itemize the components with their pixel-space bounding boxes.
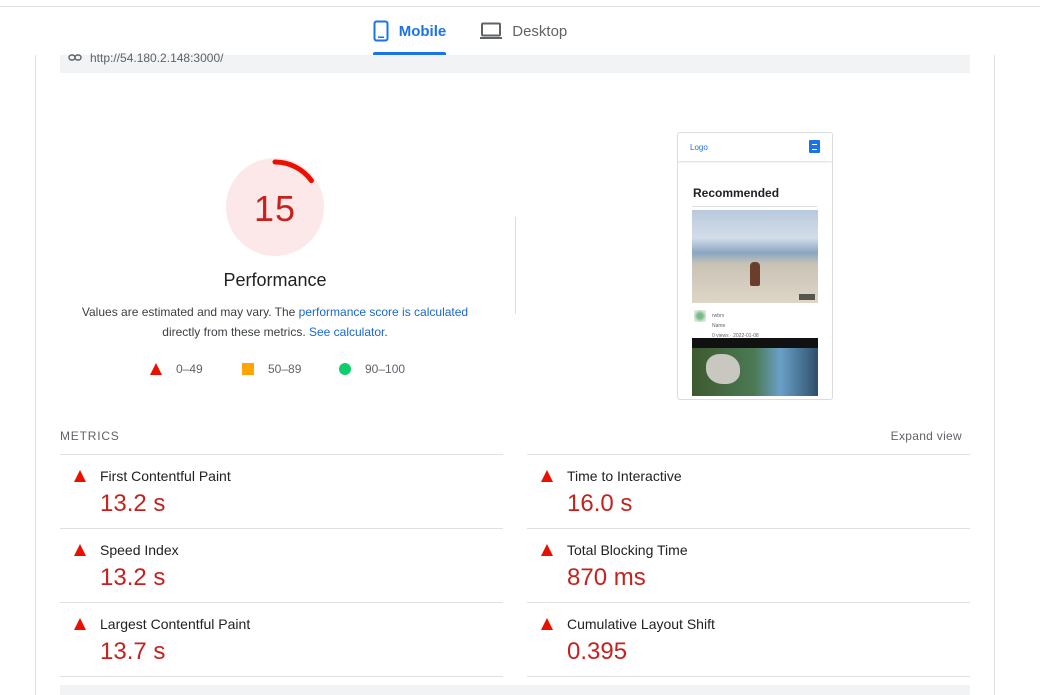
metric-name: First Contentful Paint [100,468,231,484]
video-meta: rwbrv Name 0 views · 2022-01-08 [712,311,759,341]
desc-text-3: . [384,325,388,339]
performance-title: Performance [223,270,327,290]
legend-pass-label: 90–100 [365,362,406,376]
tab-mobile[interactable]: Mobile [372,7,447,55]
desc-text-1: Values are estimated and may vary. The [81,305,299,319]
metric-value: 13.7 s [100,638,166,665]
tab-desktop-label: Desktop [512,22,568,40]
score-calculated-link[interactable]: performance score is calculated [299,305,468,319]
metric-speed-index: Speed Index 13.2 s [60,528,503,602]
channel-avatar [694,310,706,322]
metrics-section-label: METRICS [60,429,120,443]
url-bar: http://54.180.2.148:3000/ [60,51,970,73]
metric-name: Cumulative Layout Shift [567,616,715,632]
fail-triangle-icon [541,543,553,561]
next-section-bar [60,685,970,695]
beach-thumbnail [692,210,818,303]
triangle-icon [150,363,162,375]
metric-name: Largest Contentful Paint [100,616,251,632]
metric-value: 870 ms [567,564,646,591]
link-icon [68,52,82,66]
thumbnail-character [706,354,740,384]
metric-total-blocking-time: Total Blocking Time 870 ms [527,528,970,602]
duration-badge [799,294,815,300]
screenshot-header: Logo [678,133,832,161]
metric-value: 16.0 s [567,490,633,517]
legend-average-label: 50–89 [268,362,302,376]
performance-description: Values are estimated and may vary. The p… [70,302,480,342]
expand-view-button[interactable]: Expand view [891,429,962,443]
metrics-bottom-rule-right [527,676,970,677]
vertical-divider [515,217,516,314]
square-icon [242,363,254,375]
video-name: Name [712,323,726,329]
metric-value: 0.395 [567,638,628,665]
performance-score: 15 [253,188,297,229]
metric-name: Time to Interactive [567,468,682,484]
phone-icon [373,20,389,42]
screenshot-heading-rule [692,206,817,207]
circle-icon [339,363,351,375]
metric-value: 13.2 s [100,564,166,591]
see-calculator-link[interactable]: See calculator [309,325,384,339]
device-tabs: Mobile Desktop [0,7,1040,55]
screenshot-logo: Logo [690,143,708,152]
legend-fail: 0–49 [150,361,203,377]
metric-value: 13.2 s [100,490,166,517]
metric-name: Speed Index [100,542,179,558]
performance-gauge: 15 [226,158,324,256]
tab-mobile-label: Mobile [398,22,447,40]
fail-triangle-icon [74,469,86,487]
metric-cumulative-layout-shift: Cumulative Layout Shift 0.395 [527,602,970,676]
desc-text-2: directly from these metrics. [162,325,309,339]
metrics-bottom-rule-left [60,676,503,677]
second-thumbnail [692,338,818,396]
fail-triangle-icon [74,617,86,635]
metric-time-to-interactive: Time to Interactive 16.0 s [527,454,970,528]
metric-first-contentful-paint: First Contentful Paint 13.2 s [60,454,503,528]
screenshot-heading: Recommended [693,186,780,200]
pagespeed-report: Mobile Desktop http://54.180.2.148:3000/… [0,0,1040,695]
metric-largest-contentful-paint: Largest Contentful Paint 13.7 s [60,602,503,676]
final-screenshot[interactable]: Logo Recommended rwbrv Name 0 views · 20… [677,132,833,400]
legend-pass: 90–100 [339,361,405,377]
metric-name: Total Blocking Time [567,542,688,558]
channel-name: rwbrv [712,313,725,319]
legend-fail-label: 0–49 [176,362,203,376]
laptop-icon [480,22,503,40]
menu-icon [809,140,820,153]
fail-triangle-icon [541,469,553,487]
tested-url[interactable]: http://54.180.2.148:3000/ [90,51,223,65]
tab-desktop[interactable]: Desktop [480,7,567,55]
thumbnail-figure [750,262,760,286]
fail-triangle-icon [74,543,86,561]
legend-average: 50–89 [242,361,301,377]
fail-triangle-icon [541,617,553,635]
